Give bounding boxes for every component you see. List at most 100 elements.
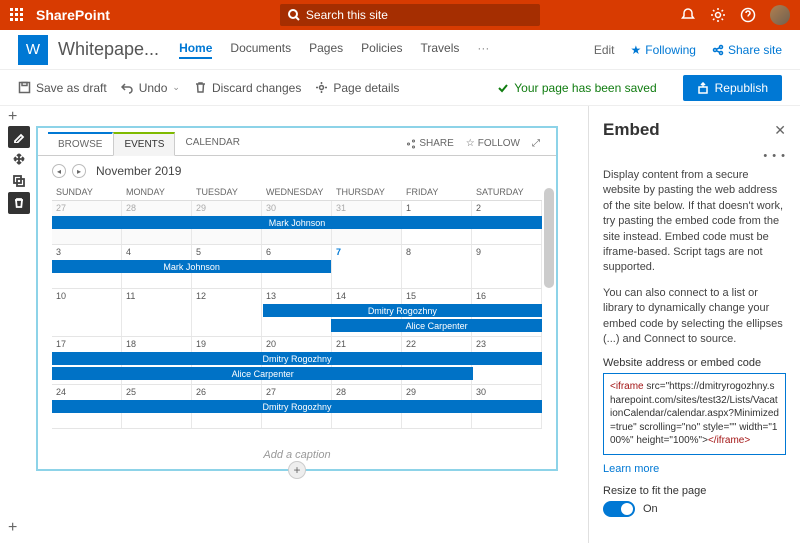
- following-button[interactable]: ★ Following: [631, 43, 696, 57]
- scrollbar-thumb[interactable]: [544, 188, 554, 288]
- day-header: MONDAY: [122, 184, 192, 200]
- site-name[interactable]: Whitepape...: [58, 39, 159, 60]
- edit-link[interactable]: Edit: [594, 43, 615, 57]
- calendar-event[interactable]: Dmitry Rogozhny: [263, 304, 542, 317]
- site-nav: Home Documents Pages Policies Travels ··…: [179, 41, 489, 59]
- calendar-event[interactable]: Dmitry Rogozhny: [52, 400, 542, 413]
- wp-focus[interactable]: ⤢: [532, 138, 540, 149]
- undo-label: Undo: [139, 81, 168, 95]
- nav-home[interactable]: Home: [179, 41, 212, 59]
- add-section-bottom[interactable]: +: [8, 519, 17, 537]
- next-month-button[interactable]: ▸: [72, 164, 86, 178]
- calendar-event[interactable]: Alice Carpenter: [52, 367, 473, 380]
- panel-description: Display content from a secure website by…: [603, 168, 786, 276]
- toggle-state-label: On: [643, 503, 658, 515]
- calendar-event[interactable]: Alice Carpenter: [331, 319, 542, 332]
- nav-travels[interactable]: Travels: [421, 41, 460, 59]
- learn-more-link[interactable]: Learn more: [603, 463, 786, 475]
- nav-policies[interactable]: Policies: [361, 41, 402, 59]
- saved-status: Your page has been saved: [497, 81, 656, 95]
- add-webpart-button[interactable]: +: [288, 461, 306, 479]
- nav-more[interactable]: ···: [477, 41, 489, 59]
- calendar-week: 10 11 12 13 14 15 16 Dmitry Rogozhny Ali…: [52, 289, 542, 337]
- settings-icon[interactable]: [710, 7, 726, 23]
- app-launcher-icon[interactable]: [10, 8, 24, 22]
- discard-label: Discard changes: [212, 81, 301, 95]
- publish-icon: [697, 82, 709, 94]
- tab-browse[interactable]: BROWSE: [48, 132, 113, 155]
- tab-calendar[interactable]: CALENDAR: [175, 132, 249, 155]
- republish-button[interactable]: Republish: [683, 75, 782, 101]
- day-cell[interactable]: 8: [402, 245, 472, 288]
- calendar-event[interactable]: Mark Johnson: [52, 216, 542, 229]
- duplicate-tool[interactable]: [8, 170, 30, 192]
- search-icon: [288, 9, 300, 21]
- user-avatar[interactable]: [770, 5, 790, 25]
- property-panel: Embed ✕ • • • Display content from a sec…: [588, 106, 800, 543]
- add-section-top[interactable]: +: [8, 108, 17, 126]
- save-draft-button[interactable]: Save as draft: [18, 81, 107, 95]
- check-icon: [497, 82, 509, 94]
- embed-webpart[interactable]: BROWSE EVENTS CALENDAR SHARE ☆ FOLLOW ⤢ …: [36, 126, 558, 471]
- suite-app-name: SharePoint: [36, 7, 110, 23]
- wp-follow[interactable]: ☆ FOLLOW: [466, 138, 520, 149]
- gear-icon: [315, 81, 328, 94]
- calendar-grid: SUNDAY MONDAY TUESDAY WEDNESDAY THURSDAY…: [52, 184, 542, 429]
- site-logo[interactable]: W: [18, 35, 48, 65]
- calendar-week: 3 4 5 6 7 8 9 Mark Johnson: [52, 245, 542, 289]
- undo-button[interactable]: Undo ⌄: [121, 81, 180, 95]
- copy-icon: [13, 175, 25, 187]
- day-header: THURSDAY: [332, 184, 402, 200]
- calendar-event[interactable]: Mark Johnson: [52, 260, 331, 273]
- calendar-area: ◂ ▸ November 2019 SUNDAY MONDAY TUESDAY …: [38, 156, 556, 441]
- site-header: W Whitepape... Home Documents Pages Poli…: [0, 30, 800, 70]
- tab-events[interactable]: EVENTS: [113, 132, 175, 156]
- calendar-week: 24 25 26 27 28 29 30 Dmitry Rogozhny: [52, 385, 542, 429]
- resize-toggle[interactable]: [603, 501, 635, 517]
- calendar-week: 17 18 19 20 21 22 23 Dmitry Rogozhny Ali…: [52, 337, 542, 385]
- panel-close-button[interactable]: ✕: [774, 122, 786, 139]
- delete-tool[interactable]: [8, 192, 30, 214]
- day-cell[interactable]: 9: [472, 245, 542, 288]
- day-cell[interactable]: 10: [52, 289, 122, 336]
- nav-pages[interactable]: Pages: [309, 41, 343, 59]
- search-placeholder: Search this site: [306, 8, 388, 22]
- discard-button[interactable]: Discard changes: [194, 81, 301, 95]
- day-cell[interactable]: 12: [192, 289, 262, 336]
- main-area: + + BROWSE EVENTS CALENDAR SHARE ☆ FOLLO…: [0, 106, 800, 543]
- panel-description-2: You can also connect to a list or librar…: [603, 286, 786, 348]
- move-icon: [13, 153, 25, 165]
- panel-title: Embed: [603, 120, 660, 140]
- wp-share[interactable]: SHARE: [406, 138, 453, 149]
- day-header: WEDNESDAY: [262, 184, 332, 200]
- day-cell[interactable]: 7: [332, 245, 402, 288]
- suite-bar: SharePoint Search this site: [0, 0, 800, 30]
- help-icon[interactable]: [740, 7, 756, 23]
- month-nav: ◂ ▸ November 2019: [52, 164, 542, 178]
- panel-more-button[interactable]: • • •: [603, 150, 786, 162]
- wp-share-label: SHARE: [419, 138, 453, 149]
- webpart-toolbar: [8, 126, 30, 214]
- chevron-down-icon: ⌄: [172, 82, 180, 93]
- share-site-button[interactable]: Share site: [712, 43, 782, 57]
- share-icon: [406, 139, 416, 149]
- page-details-label: Page details: [333, 81, 399, 95]
- page-details-button[interactable]: Page details: [315, 81, 399, 95]
- move-tool[interactable]: [8, 148, 30, 170]
- republish-label: Republish: [715, 81, 768, 95]
- prev-month-button[interactable]: ◂: [52, 164, 66, 178]
- saved-label: Your page has been saved: [514, 81, 656, 95]
- day-cell[interactable]: 11: [122, 289, 192, 336]
- day-header: TUESDAY: [192, 184, 262, 200]
- trash-icon: [194, 81, 207, 94]
- save-icon: [18, 81, 31, 94]
- nav-documents[interactable]: Documents: [230, 41, 291, 59]
- embed-code-input[interactable]: <iframe src="https://dmitryrogozhny.shar…: [603, 373, 786, 455]
- search-box[interactable]: Search this site: [280, 4, 540, 26]
- wp-follow-label: FOLLOW: [478, 138, 520, 149]
- calendar-event[interactable]: Dmitry Rogozhny: [52, 352, 542, 365]
- day-header: SUNDAY: [52, 184, 122, 200]
- month-title: November 2019: [96, 164, 181, 178]
- edit-tool[interactable]: [8, 126, 30, 148]
- notifications-icon[interactable]: [680, 7, 696, 23]
